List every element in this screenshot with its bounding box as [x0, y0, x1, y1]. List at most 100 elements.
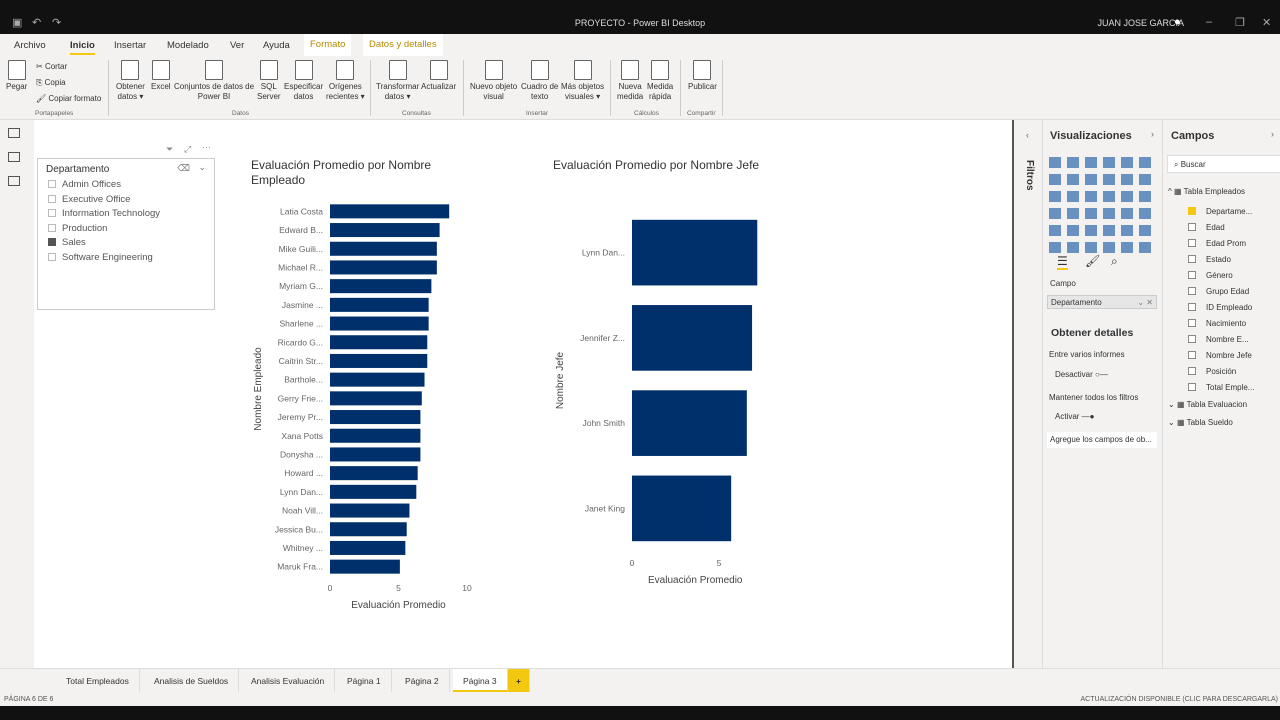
format-painter-button[interactable]: 🖌 Copiar formato [36, 94, 101, 104]
chevron-down-icon[interactable]: ⌄ [198, 162, 206, 173]
slicer-item[interactable]: Information Technology [48, 208, 160, 219]
page-tab[interactable]: Página 1 [337, 669, 392, 693]
menu-tab-4[interactable]: Ver [230, 40, 244, 51]
bar[interactable] [632, 390, 747, 456]
visual-type-icon[interactable] [1103, 242, 1115, 253]
bar[interactable] [330, 223, 440, 238]
page-tab[interactable]: Página 2 [395, 669, 450, 693]
visual-type-icon[interactable] [1103, 174, 1115, 185]
checkbox[interactable] [1188, 287, 1196, 295]
visual-type-icon[interactable] [1085, 157, 1097, 168]
field-item[interactable]: ID Empleado [1188, 303, 1252, 312]
checkbox[interactable] [1188, 319, 1196, 327]
ribbon-button-calc-0[interactable]: Nueva medida [617, 60, 643, 102]
field-item[interactable]: Edad [1188, 223, 1225, 232]
remove-field-icon[interactable]: ⌄ ✕ [1137, 298, 1153, 307]
field-item[interactable]: Total Emple... [1188, 383, 1254, 392]
visual-type-icon[interactable] [1085, 208, 1097, 219]
checkbox[interactable] [1188, 367, 1196, 375]
model-view-icon[interactable] [8, 176, 20, 186]
visual-type-icon[interactable] [1049, 174, 1061, 185]
bar[interactable] [330, 428, 421, 443]
visual-type-icon[interactable] [1139, 174, 1151, 185]
visual-type-icon[interactable] [1121, 225, 1133, 236]
update-available-link[interactable]: ACTUALIZACIÓN DISPONIBLE (CLIC PARA DESC… [1081, 696, 1278, 703]
menu-tab-7[interactable]: Datos y detalles [363, 34, 443, 56]
bar[interactable] [330, 335, 428, 350]
page-tab[interactable]: Analisis Evaluación [241, 669, 336, 693]
visual-type-icon[interactable] [1049, 191, 1061, 202]
drillthrough-drop-well[interactable]: Agregue los campos de ob... [1047, 432, 1157, 448]
field-item[interactable]: Grupo Edad [1188, 287, 1249, 296]
ribbon-button-insert-0[interactable]: Nuevo objeto visual [470, 60, 517, 102]
checkbox[interactable] [1188, 303, 1196, 311]
bar[interactable] [330, 484, 417, 499]
slicer-item[interactable]: Sales [48, 237, 86, 248]
checkbox[interactable] [1188, 239, 1196, 247]
visual-type-icon[interactable] [1085, 225, 1097, 236]
chevron-down-icon[interactable]: ⌄ [1168, 418, 1175, 427]
visual-type-icon[interactable] [1085, 242, 1097, 253]
menu-tab-5[interactable]: Ayuda [263, 40, 290, 51]
bar[interactable] [330, 316, 429, 331]
bar[interactable] [330, 353, 428, 368]
bar[interactable] [632, 305, 753, 371]
visual-type-icon[interactable] [1049, 157, 1061, 168]
chevron-down-icon[interactable]: ⌄ [1168, 400, 1175, 409]
visual-type-icon[interactable] [1139, 157, 1151, 168]
close-button[interactable]: ✕ [1262, 16, 1271, 29]
department-slicer[interactable]: Departamento ⌫ ⌄ Admin Offices Executive … [37, 158, 215, 310]
bar[interactable] [632, 475, 732, 542]
field-table[interactable]: ⌄ ▦ Tabla Evaluacion [1168, 400, 1247, 409]
menu-tab-2[interactable]: Insertar [114, 40, 146, 51]
visual-type-icon[interactable] [1121, 242, 1133, 253]
bar[interactable] [330, 204, 450, 219]
fields-search-input[interactable]: ⌕ Buscar [1167, 155, 1280, 173]
slicer-item[interactable]: Admin Offices [48, 179, 121, 190]
menu-tab-1[interactable]: Inicio [70, 40, 95, 55]
cross-report-toggle[interactable]: Desactivar ○— [1055, 370, 1108, 379]
field-item[interactable]: Nacimiento [1188, 319, 1246, 328]
ribbon-button-data-1[interactable]: Excel [151, 60, 171, 92]
bar[interactable] [330, 241, 437, 256]
checkbox[interactable] [1188, 255, 1196, 263]
ribbon-button-queries-0[interactable]: Transformar datos ▾ [376, 60, 419, 102]
visual-type-icon[interactable] [1067, 157, 1079, 168]
ribbon-button-data-5[interactable]: Orígenes recientes ▾ [326, 60, 365, 102]
page-tab[interactable]: Analisis de Sueldos [144, 669, 240, 693]
keep-filters-toggle[interactable]: Activar —● [1055, 412, 1095, 421]
bar[interactable] [330, 260, 437, 275]
field-table[interactable]: ^ ▦ Tabla Empleados [1168, 187, 1245, 196]
visual-type-icon[interactable] [1067, 174, 1079, 185]
ribbon-button-share-0[interactable]: Publicar [688, 60, 717, 92]
field-item[interactable]: Nombre E... [1188, 335, 1249, 344]
visual-type-icon[interactable] [1049, 208, 1061, 219]
visual-type-icon[interactable] [1103, 157, 1115, 168]
visual-type-icon[interactable] [1103, 225, 1115, 236]
checkbox[interactable] [48, 209, 56, 218]
visual-type-icon[interactable] [1121, 157, 1133, 168]
checkbox[interactable] [48, 180, 56, 188]
visual-type-icon[interactable] [1121, 191, 1133, 202]
ribbon-button-calc-1[interactable]: Medida rápida [647, 60, 673, 102]
page-tab[interactable]: Página 3 [453, 669, 508, 693]
menu-tab-0[interactable]: Archivo [14, 40, 46, 51]
checkbox[interactable] [1188, 335, 1196, 343]
visual-type-icon[interactable] [1067, 191, 1079, 202]
menu-tab-6[interactable]: Formato [304, 34, 352, 56]
avatar[interactable]: ● [1174, 16, 1181, 28]
chevron-right-icon[interactable]: › [1151, 129, 1154, 139]
filters-label[interactable]: Filtros [1024, 160, 1035, 191]
minimize-button[interactable]: – [1206, 16, 1212, 28]
more-options-icon[interactable]: ··· [202, 142, 211, 152]
focus-mode-icon[interactable]: ⤢ [184, 144, 191, 155]
ribbon-button-data-4[interactable]: Especificar datos [284, 60, 323, 102]
field-well-departamento[interactable]: Departamento ⌄ ✕ [1047, 295, 1157, 309]
ribbon-button-data-0[interactable]: Obtener datos ▾ [116, 60, 145, 102]
checkbox[interactable] [1188, 223, 1196, 231]
bar[interactable] [330, 410, 421, 425]
chevron-left-icon[interactable]: ‹ [1026, 130, 1029, 140]
bar[interactable] [632, 219, 758, 286]
page-tab[interactable]: Total Empleados [56, 669, 140, 693]
visual-type-icon[interactable] [1103, 208, 1115, 219]
